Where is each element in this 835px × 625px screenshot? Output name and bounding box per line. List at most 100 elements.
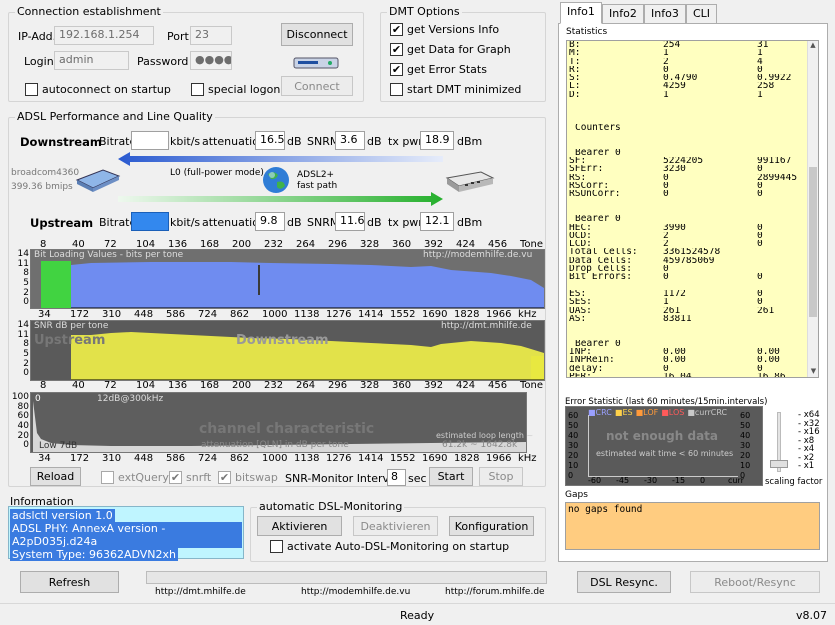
statistics-cell: 1172 (663, 289, 686, 299)
extquery-checkbox[interactable]: extQuery (101, 471, 169, 484)
error-stats-checkbox[interactable]: ✔ get Error Stats (390, 63, 487, 76)
channel-pct: 0 (35, 394, 41, 404)
reload-button[interactable]: Reload (30, 467, 81, 486)
snr-bg-upstream: Upstream (34, 333, 106, 348)
tone-tick: 104 (136, 380, 156, 391)
channel-y-tick: 100 (11, 392, 29, 402)
down-snrm-field[interactable]: 3.6 (335, 131, 365, 150)
stop-button[interactable]: Stop (479, 467, 523, 486)
statistics-cell: RS: (569, 173, 587, 183)
up-snrm-field[interactable]: 11.6 (335, 212, 365, 231)
error-y-tick: 30 (740, 441, 751, 450)
link-modemhilfe[interactable]: http://modemhilfe.de.vu (301, 587, 410, 597)
statistics-cell: UAS: (569, 306, 592, 315)
start-button[interactable]: Start (429, 467, 473, 486)
statistics-cell: 83811 (663, 314, 692, 324)
up-bitrate-field[interactable] (131, 212, 169, 231)
password-field[interactable]: ●●●● (190, 51, 232, 70)
auto-monitoring-startup-label: activate Auto-DSL-Monitoring on startup (287, 540, 510, 553)
refresh-button[interactable]: Refresh (20, 571, 119, 593)
statistics-cell: SF: (569, 157, 587, 166)
scroll-thumb[interactable] (809, 167, 817, 317)
tab-info3[interactable]: Info3 (644, 4, 686, 24)
link-dmt[interactable]: http://dmt.mhilfe.de (155, 587, 246, 597)
dsl-resync-button[interactable]: DSL Resync. (577, 571, 671, 593)
khz-tick: 862 (230, 453, 250, 464)
activate-button[interactable]: Aktivieren (257, 516, 342, 536)
statistics-cell: ES: (569, 289, 587, 299)
scroll-up-icon[interactable]: ▲ (808, 41, 818, 51)
tab-cli[interactable]: CLI (686, 4, 718, 24)
graph-data-checkbox[interactable]: ✔ get Data for Graph (390, 43, 511, 56)
router-icon (292, 52, 342, 74)
port-label: Port (167, 30, 189, 43)
statistics-cell: R: (569, 65, 581, 75)
statistics-row (567, 107, 818, 115)
port-field[interactable]: 23 (190, 26, 232, 45)
autoconnect-checkbox[interactable]: autoconnect on startup (25, 83, 171, 96)
versions-info-checkbox[interactable]: ✔ get Versions Info (390, 23, 499, 36)
bit-loading-url: http://modemhilfe.de.vu (423, 250, 533, 260)
statistics-cell: HEC: (569, 223, 592, 232)
down-attenuation-field[interactable]: 16.5 (255, 131, 285, 150)
error-x-tick: curr (728, 476, 744, 485)
login-field[interactable]: admin (54, 51, 129, 70)
special-logon-label: special logon (208, 83, 281, 96)
error-x-tick: -30 (644, 476, 658, 485)
up-txpwr-label: tx pwr (388, 216, 423, 229)
tab-info1[interactable]: Info1 (560, 2, 602, 24)
khz-tick: 1138 (294, 309, 320, 320)
khz-axis-2: 34 172 310 448 586 724 862 1000 1138 1276 1414 1552… (30, 453, 545, 464)
channel-note: 12dB@300kHz (97, 394, 164, 404)
special-logon-checkbox[interactable]: special logon (191, 83, 280, 96)
down-txpwr-field[interactable]: 18.9 (420, 131, 454, 150)
statistics-row: OCD: 2 0 (567, 232, 818, 240)
deactivate-button[interactable]: Deaktivieren (353, 516, 438, 536)
bitswap-checkbox[interactable]: ✔ bitswap (218, 471, 278, 484)
statistics-cell (567, 132, 663, 140)
reboot-resync-button[interactable]: Reboot/Resync (690, 571, 820, 593)
dmt-minimized-checkbox[interactable]: start DMT minimized (390, 83, 521, 96)
tab-info2[interactable]: Info2 (602, 4, 644, 24)
statistics-row (567, 331, 818, 339)
error-statistic-graph: ■CRC ■ES ■LOF ■LOS ■currCRC 60 50 40 30 20 10 0 60… (565, 406, 763, 486)
statistics-cell (663, 323, 757, 331)
snrft-checkbox[interactable]: ✔ snrft (169, 471, 211, 484)
khz-tick: 1000 (262, 309, 288, 320)
statistics-row: M: 1 1 (567, 49, 818, 57)
khz-tick: 1966 (486, 453, 512, 464)
snr-y-tick: 11 (17, 329, 29, 340)
statistics-row: T: 2 4 (567, 58, 818, 66)
statistics-cell (663, 99, 757, 107)
down-bitrate-field[interactable] (131, 131, 169, 150)
scroll-down-icon[interactable]: ▼ (808, 367, 819, 377)
channel-y-axis: 100 80 60 40 20 0 (11, 392, 30, 453)
ip-field[interactable]: 192.168.1.254 (54, 26, 154, 45)
connect-button[interactable]: Connect (281, 76, 353, 96)
up-attenuation-field[interactable]: 9.8 (255, 212, 285, 231)
statistics-box[interactable]: B: 254 31 M: 1 1 T: 2 4 R: 0 0 S: 0.4790 0.9922 L: 4259 2… (566, 40, 819, 378)
statistics-cell (567, 331, 663, 339)
configuration-button[interactable]: Konfiguration (449, 516, 534, 536)
statistics-cell: D: (569, 90, 581, 100)
statistics-cell: 0 (663, 273, 669, 282)
modem-icon (73, 164, 123, 194)
statistics-scrollbar[interactable]: ▲ ▼ (807, 41, 818, 377)
information-box: adslctl version 1.0 ADSL PHY: AnnexA ver… (8, 506, 244, 561)
modem-bmips: 399.36 bmips (11, 182, 73, 192)
tone-tick: 328 (360, 380, 380, 391)
down-txpwr-dbm-label: dBm (457, 135, 483, 148)
slider-thumb[interactable] (770, 460, 788, 468)
up-txpwr-field[interactable]: 12.1 (420, 212, 454, 231)
snr-graph: SNR dB per tone http://dmt.mhilfe.de Ups… (30, 320, 545, 381)
statistics-row: SFErr: 3230 0 (567, 165, 818, 173)
auto-monitoring-startup-checkbox[interactable]: activate Auto-DSL-Monitoring on startup (270, 540, 509, 553)
up-snrm-db-label: dB (367, 216, 382, 229)
disconnect-button[interactable]: Disconnect (281, 23, 353, 46)
statistics-row: HEC: 3990 0 (567, 224, 818, 232)
error-x-tick: -45 (616, 476, 630, 485)
link-forum[interactable]: http://forum.mhilfe.de (445, 587, 545, 597)
statistics-cell: RSCorr: (569, 182, 610, 191)
snr-interval-field[interactable]: 8 (387, 469, 406, 486)
khz-tick: kHz (518, 309, 537, 320)
